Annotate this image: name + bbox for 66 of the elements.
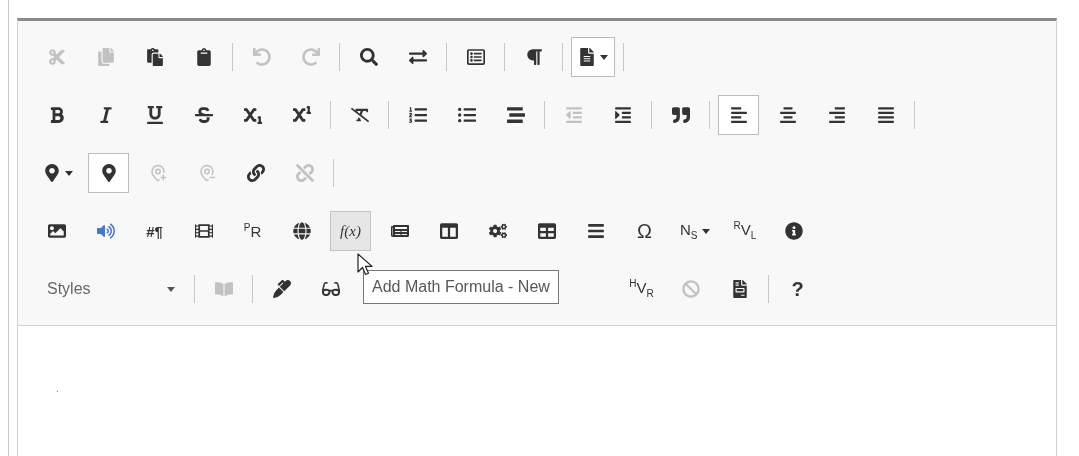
document-icon [578,48,596,66]
justify-icon [876,106,895,124]
rvl-button[interactable]: $^{R}$V$_{L}$ [724,211,766,251]
pr-button[interactable]: $^{P}$R [232,211,273,251]
align-right-icon [827,106,846,124]
search-icon [359,48,378,66]
align-left-icon [729,106,748,124]
lines-icon [586,222,605,240]
speaker-icon [96,222,115,240]
quote-icon [671,106,690,124]
link-icon [246,164,265,182]
caret-icon [167,286,175,292]
underline-icon [145,106,164,124]
numbered-list-icon [408,106,427,124]
document-icon [730,280,749,298]
align-center-icon [778,106,797,124]
columns-icon [439,222,458,240]
map-pin-icon [99,164,118,182]
table-icon [537,222,556,240]
math-formula-button[interactable]: f(x) [330,211,371,251]
broken-link-icon [295,164,314,182]
swap-arrows-icon [408,48,427,66]
book-icon [214,280,233,298]
ban-icon [681,280,700,298]
align-left-button[interactable] [718,95,759,135]
map-pin-minus-icon [197,164,216,182]
mouse-pointer-icon [357,253,373,277]
newspaper-icon [390,222,409,240]
caret-icon [65,170,73,176]
marker-icon [272,280,291,298]
film-icon [194,222,213,240]
styles-dropdown[interactable]: Styles [32,272,186,306]
list-icon [466,48,485,66]
strikethrough-icon [194,106,213,124]
map-pin-plus-icon [148,164,167,182]
hvr-button[interactable]: $^{H}$V$_{R}$ [621,269,662,309]
info-icon [785,222,803,240]
marker-button[interactable] [88,153,129,193]
outdent-icon [564,106,583,124]
image-icon [47,222,66,240]
settings-icon [488,222,507,240]
clipboard-icon [145,48,164,66]
caret-icon [600,54,608,60]
map-pin-icon [43,164,61,182]
pilcrow-icon [524,48,543,66]
templates-button[interactable] [571,37,615,77]
superscript-icon [292,106,311,124]
redo-icon [301,48,320,66]
help-button[interactable]: ? [777,269,818,309]
special-character-button[interactable]: Ω [624,211,665,251]
globe-icon [292,222,311,240]
clear-format-icon [350,106,369,124]
glasses-icon [321,280,340,298]
copy-icon [96,48,115,66]
scissors-icon [47,48,66,66]
clipboard-icon [194,48,213,66]
undo-icon [252,48,271,66]
indent-icon [613,106,632,124]
editor-text: . [56,383,59,394]
anchor-button[interactable]: #¶ [134,211,175,251]
subscript-icon [243,106,262,124]
caret-icon [701,228,710,234]
lines-icon [506,106,525,124]
ns-menu-button[interactable]: N$_{S}$ [673,211,717,251]
tooltip: Add Math Formula - New [363,270,559,304]
bulleted-list-icon [457,106,476,124]
